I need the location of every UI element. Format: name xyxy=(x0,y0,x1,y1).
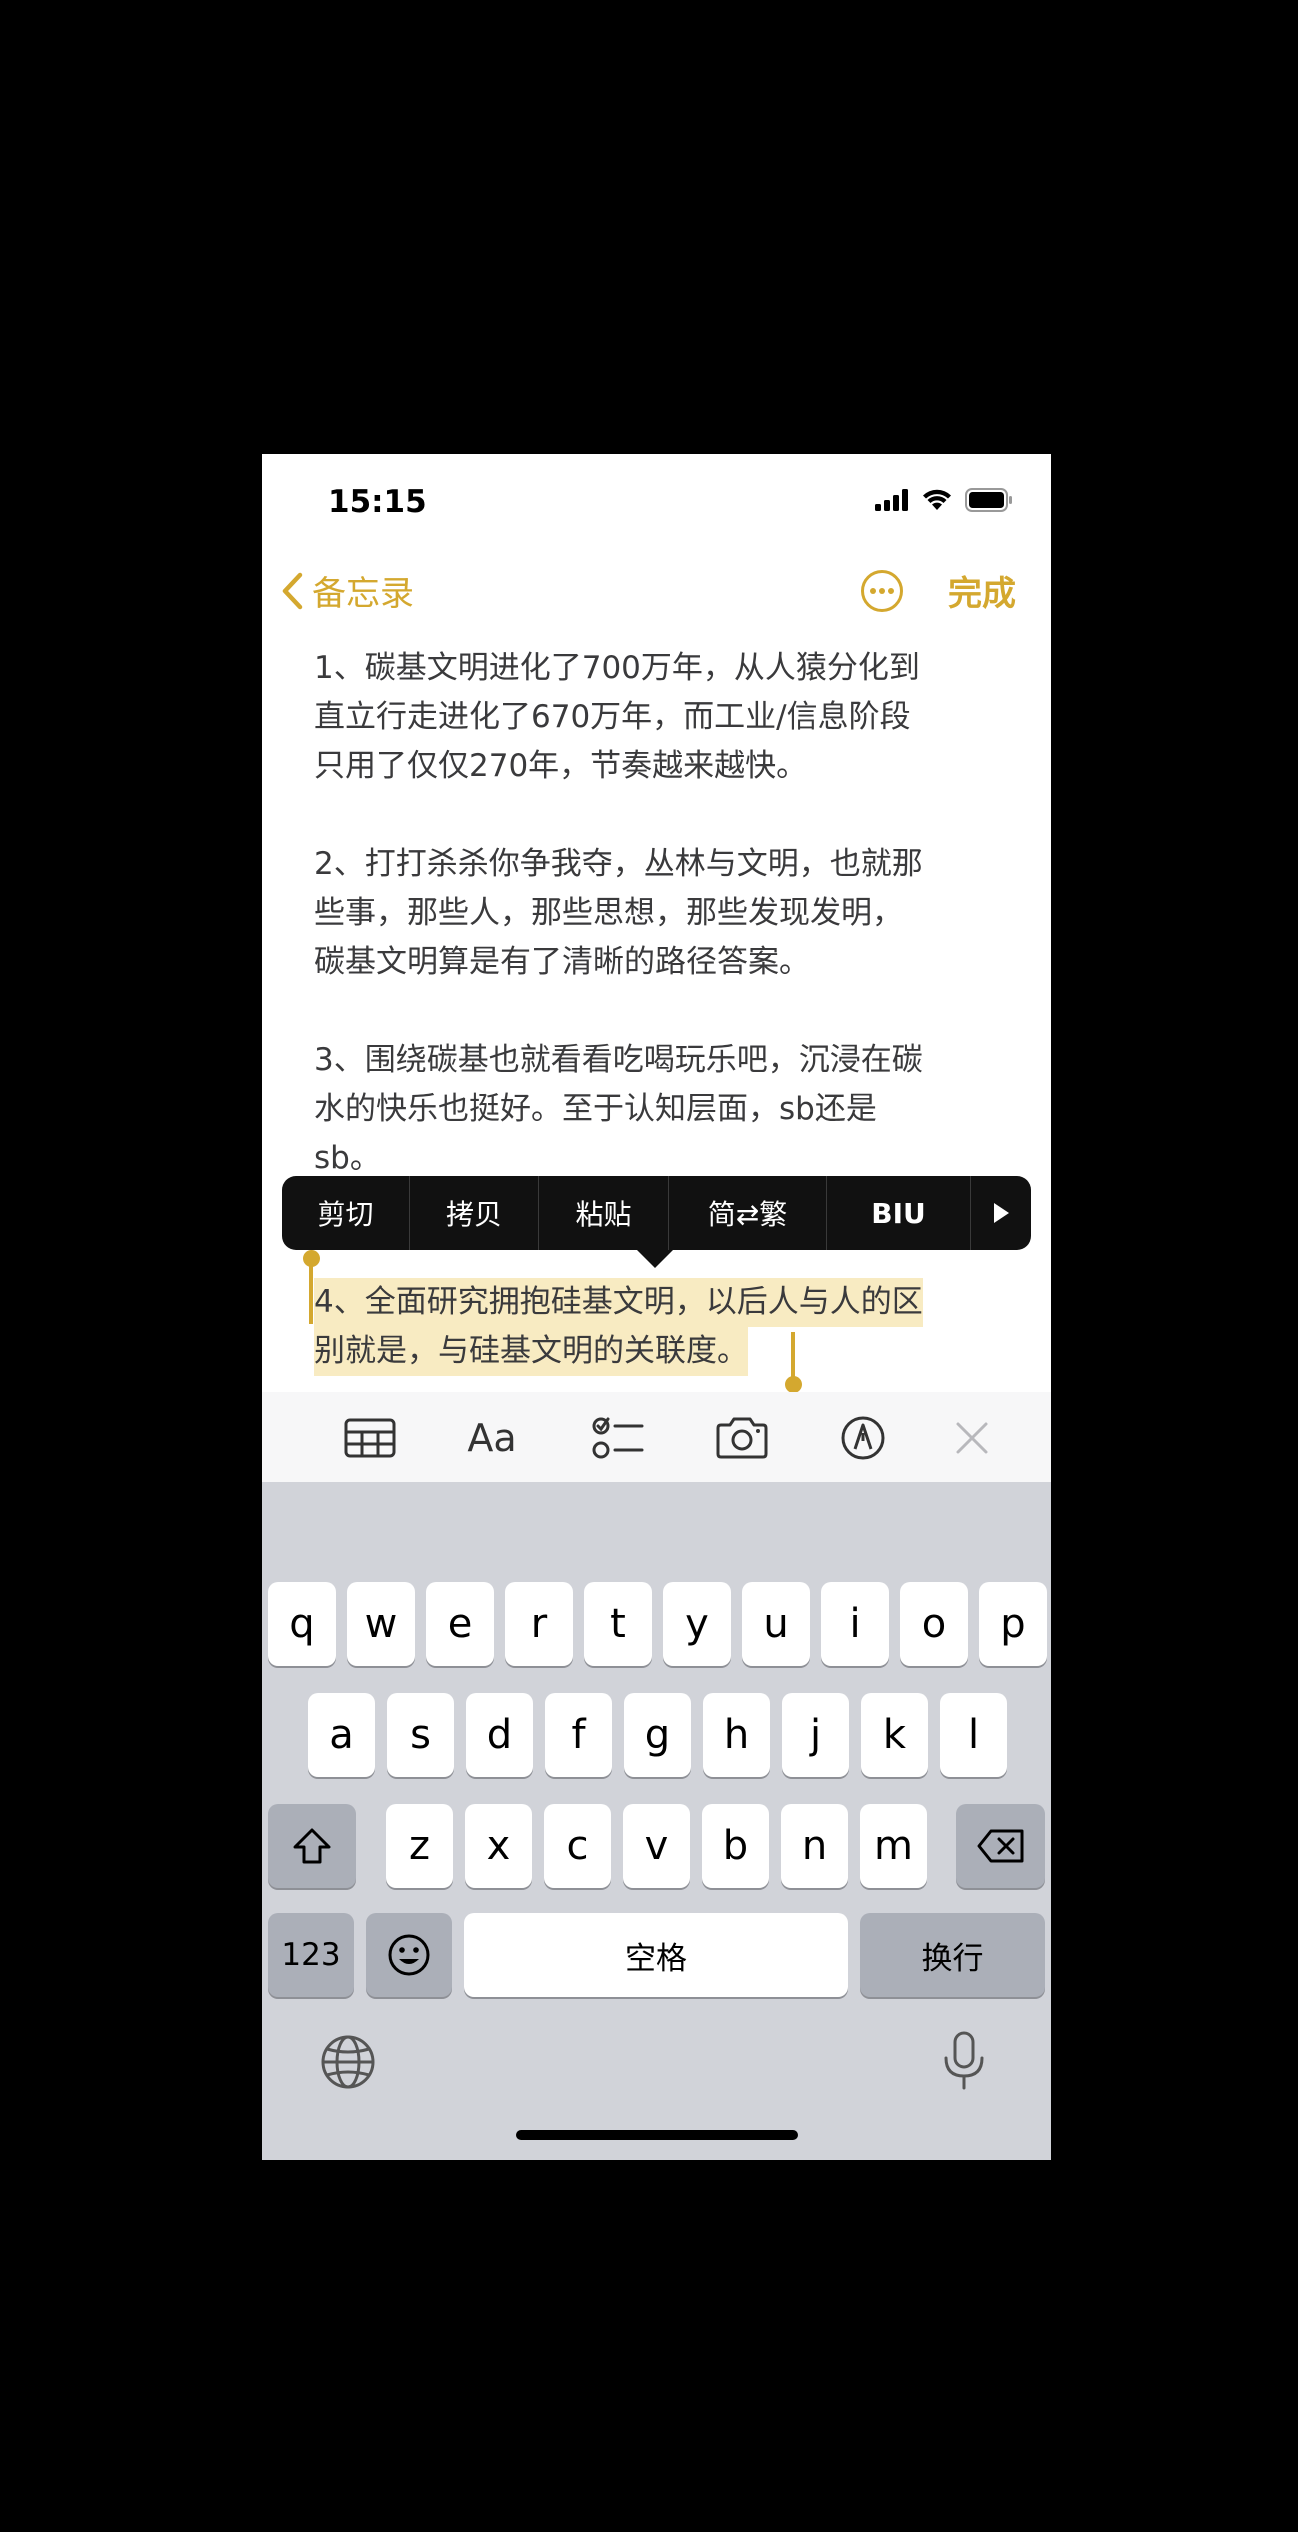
keyboard: 123 空格 换行 qwertyui o p a s d f g h j k l… xyxy=(262,1482,1051,2160)
key-t[interactable]: t xyxy=(584,1582,652,1666)
key-k[interactable]: k xyxy=(861,1693,928,1777)
note-line: 2、打打杀杀你争我夺，丛林与文明，也就那 xyxy=(314,846,923,882)
camera-button[interactable] xyxy=(712,1410,772,1466)
note-paragraph-2: 2、打打杀杀你争我夺，丛林与文明，也就那 些事，那些人，那些思想，那些发现发明，… xyxy=(314,840,1014,987)
key-w[interactable]: w xyxy=(347,1582,415,1666)
key-b[interactable]: b xyxy=(702,1804,769,1888)
key-i[interactable]: i xyxy=(821,1582,889,1666)
cut-button[interactable]: 剪切 xyxy=(282,1176,410,1250)
key-f[interactable]: f xyxy=(545,1693,612,1777)
simplified-traditional-button[interactable]: 简⇄繁 xyxy=(669,1176,827,1250)
close-toolbar-button[interactable] xyxy=(952,1410,992,1466)
camera-icon xyxy=(716,1417,768,1459)
note-line: 碳基文明算是有了清晰的路径答案。 xyxy=(314,944,810,980)
key-r[interactable]: r xyxy=(505,1582,573,1666)
dictation-button[interactable] xyxy=(940,2030,988,2092)
key-m[interactable]: m xyxy=(860,1804,927,1888)
key-s[interactable]: s xyxy=(387,1693,454,1777)
close-icon xyxy=(956,1422,988,1454)
note-paragraph-1: 1、碳基文明进化了700万年，从人猿分化到 直立行走进化了670万年，而工业/信… xyxy=(314,644,1014,791)
note-line: 只用了仅仅270年，节奏越来越快。 xyxy=(314,748,808,784)
note-line: 水的快乐也挺好。至于认知层面，sb还是 xyxy=(314,1091,877,1127)
globe-icon xyxy=(321,2035,375,2089)
edit-menu: 剪切 拷贝 粘贴 简⇄繁 BIU xyxy=(282,1176,1031,1250)
key-p[interactable]: p xyxy=(979,1582,1047,1666)
key-x[interactable]: x xyxy=(465,1804,532,1888)
checklist-button[interactable] xyxy=(590,1410,646,1466)
numbers-key[interactable]: 123 xyxy=(268,1913,354,1997)
table-icon xyxy=(344,1418,396,1458)
key-e[interactable]: e xyxy=(426,1582,494,1666)
emoji-key[interactable] xyxy=(366,1913,452,1997)
status-icons xyxy=(875,488,1013,512)
selected-line: 4、全面研究拥抱硅基文明，以后人与人的区 xyxy=(314,1278,923,1327)
cellular-signal-icon xyxy=(875,489,908,511)
checklist-icon xyxy=(592,1417,644,1459)
wifi-icon xyxy=(923,489,951,510)
edit-menu-pointer xyxy=(637,1250,673,1268)
battery-icon xyxy=(965,488,1012,512)
markup-button[interactable] xyxy=(838,1410,888,1466)
menu-more-button[interactable] xyxy=(971,1176,1031,1250)
phone-screen: 15:15 备忘录 完成 1、碳基文明进化了700万年，从人猿分化到 直立行走进… xyxy=(262,454,1051,2160)
formatting-toolbar: Aa xyxy=(262,1392,1051,1482)
text-format-icon: Aa xyxy=(467,1416,517,1460)
back-label: 备忘录 xyxy=(312,574,414,614)
microphone-icon xyxy=(944,2031,984,2090)
backspace-icon xyxy=(977,1829,1023,1863)
status-time: 15:15 xyxy=(328,484,427,520)
key-o[interactable]: o xyxy=(900,1582,968,1666)
space-key[interactable]: 空格 xyxy=(464,1913,848,1997)
markup-icon xyxy=(841,1416,885,1460)
selected-paragraph[interactable]: 4、全面研究拥抱硅基文明，以后人与人的区 别就是，与硅基文明的关联度。 xyxy=(314,1278,1014,1376)
key-a[interactable]: a xyxy=(308,1693,375,1777)
table-button[interactable] xyxy=(342,1410,398,1466)
key-z[interactable]: z xyxy=(386,1804,453,1888)
key-y[interactable]: y xyxy=(663,1582,731,1666)
back-button[interactable]: 备忘录 xyxy=(280,566,414,615)
home-indicator[interactable] xyxy=(516,2130,798,2140)
note-line: 些事，那些人，那些思想，那些发现发明， xyxy=(314,895,903,931)
shift-key[interactable] xyxy=(268,1804,356,1888)
delete-key[interactable] xyxy=(956,1804,1045,1888)
note-paragraph-3: 3、围绕碳基也就看看吃喝玩乐吧，沉浸在碳 水的快乐也挺好。至于认知层面，sb还是… xyxy=(314,1036,1014,1183)
note-body[interactable]: 1、碳基文明进化了700万年，从人猿分化到 直立行走进化了670万年，而工业/信… xyxy=(314,644,1014,1232)
emoji-icon xyxy=(388,1934,430,1976)
return-key[interactable]: 换行 xyxy=(860,1913,1045,1997)
format-biu-button[interactable]: BIU xyxy=(827,1176,971,1250)
selection-end-handle[interactable] xyxy=(785,1332,802,1393)
done-button[interactable]: 完成 xyxy=(948,566,1016,615)
copy-button[interactable]: 拷贝 xyxy=(410,1176,539,1250)
note-line: 直立行走进化了670万年，而工业/信息阶段 xyxy=(314,699,911,735)
play-arrow-icon xyxy=(994,1203,1009,1223)
text-format-button[interactable]: Aa xyxy=(462,1410,522,1466)
key-h[interactable]: h xyxy=(703,1693,770,1777)
chevron-left-icon xyxy=(282,572,303,609)
paste-button[interactable]: 粘贴 xyxy=(539,1176,669,1250)
shift-icon xyxy=(293,1828,331,1864)
globe-button[interactable] xyxy=(320,2034,376,2090)
key-n[interactable]: n xyxy=(781,1804,848,1888)
key-q[interactable]: q xyxy=(268,1582,336,1666)
key-c[interactable]: c xyxy=(544,1804,611,1888)
note-line: 3、围绕碳基也就看看吃喝玩乐吧，沉浸在碳 xyxy=(314,1042,923,1078)
key-g[interactable]: g xyxy=(624,1693,691,1777)
selection-start-handle[interactable] xyxy=(303,1250,320,1324)
key-j[interactable]: j xyxy=(782,1693,849,1777)
more-options-button[interactable] xyxy=(860,569,904,613)
selected-line: 别就是，与硅基文明的关联度。 xyxy=(314,1327,748,1376)
key-v[interactable]: v xyxy=(623,1804,690,1888)
ellipsis-circle-icon xyxy=(861,570,903,612)
key-u[interactable]: u xyxy=(742,1582,810,1666)
note-line: 1、碳基文明进化了700万年，从人猿分化到 xyxy=(314,650,920,686)
key-d[interactable]: d xyxy=(466,1693,533,1777)
key-l[interactable]: l xyxy=(940,1693,1007,1777)
